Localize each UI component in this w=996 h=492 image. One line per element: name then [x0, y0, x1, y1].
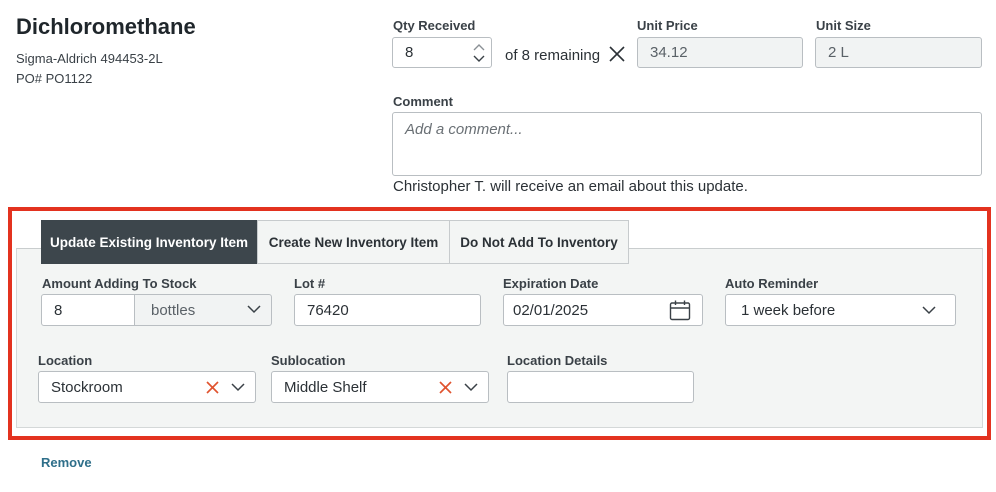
- qty-label: Qty Received: [393, 18, 476, 33]
- reminder-label: Auto Reminder: [725, 276, 819, 291]
- qty-input[interactable]: 8: [392, 37, 492, 68]
- remove-link[interactable]: Remove: [41, 455, 92, 470]
- unit-select-value: bottles: [151, 301, 196, 319]
- comment-textarea[interactable]: Add a comment...: [392, 112, 982, 176]
- expiration-label: Expiration Date: [503, 276, 599, 291]
- item-catalog: Sigma-Aldrich 494453-2L: [16, 51, 163, 66]
- sublocation-select[interactable]: Middle Shelf: [271, 371, 489, 403]
- unit-price-field: 34.12: [637, 37, 803, 68]
- item-name: Dichloromethane: [16, 14, 196, 39]
- item-po: PO# PO1122: [16, 71, 93, 86]
- amount-label: Amount Adding To Stock: [42, 276, 197, 291]
- lot-input[interactable]: 76420: [294, 294, 481, 326]
- sublocation-label: Sublocation: [271, 353, 346, 368]
- amount-input[interactable]: 8: [41, 294, 135, 326]
- comment-label: Comment: [393, 94, 453, 109]
- chevron-down-icon: [231, 382, 245, 392]
- qty-remaining: of 8 remaining: [505, 47, 601, 64]
- location-value: Stockroom: [51, 378, 123, 396]
- close-icon[interactable]: [607, 44, 627, 64]
- reminder-value: 1 week before: [741, 301, 836, 319]
- clear-location-icon[interactable]: [206, 381, 219, 394]
- unit-price-label: Unit Price: [637, 18, 698, 33]
- location-details-input[interactable]: [507, 371, 694, 403]
- tab-create-new[interactable]: Create New Inventory Item: [257, 220, 450, 264]
- reminder-select[interactable]: 1 week before: [725, 294, 956, 326]
- expiration-input[interactable]: 02/01/2025: [503, 294, 703, 326]
- tab-update-existing[interactable]: Update Existing Inventory Item: [41, 220, 257, 264]
- location-details-label: Location Details: [507, 353, 608, 368]
- unit-size-label: Unit Size: [816, 18, 871, 33]
- clear-sublocation-icon[interactable]: [439, 381, 452, 394]
- sublocation-value: Middle Shelf: [284, 378, 367, 396]
- tab-do-not-add[interactable]: Do Not Add To Inventory: [449, 220, 629, 264]
- qty-stepper[interactable]: [471, 40, 487, 65]
- expiration-value: 02/01/2025: [513, 301, 589, 319]
- location-label: Location: [38, 353, 93, 368]
- stepper-arrows-icon: [473, 43, 485, 62]
- chevron-down-icon: [464, 382, 478, 392]
- location-select[interactable]: Stockroom: [38, 371, 256, 403]
- chevron-down-icon: [922, 305, 936, 315]
- unit-size-field: 2 L: [815, 37, 982, 68]
- chevron-down-icon: [247, 304, 261, 314]
- email-notice: Christopher T. will receive an email abo…: [393, 178, 748, 195]
- lot-label: Lot #: [294, 276, 326, 291]
- qty-value: 8: [405, 44, 414, 61]
- calendar-icon[interactable]: [669, 300, 691, 321]
- unit-select[interactable]: bottles: [134, 294, 272, 326]
